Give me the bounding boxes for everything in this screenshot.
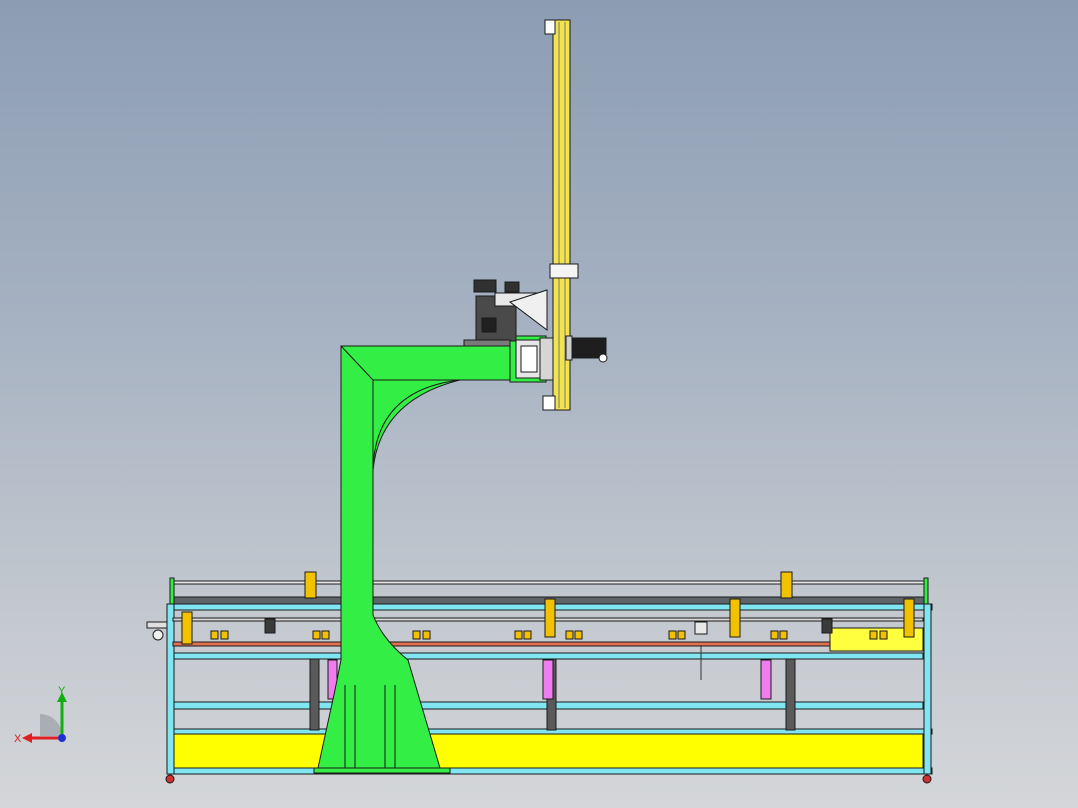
left-post <box>166 603 175 775</box>
caster-wheel <box>922 774 932 784</box>
z-axis-dot <box>58 734 66 742</box>
inner-post <box>785 658 796 731</box>
gripper-jaw <box>473 279 497 293</box>
motor-mount <box>539 337 555 381</box>
end-post <box>923 577 929 605</box>
clamp-pad <box>514 630 523 640</box>
pink-block <box>760 659 772 700</box>
x-arrow-head <box>22 733 32 743</box>
clamp-pad <box>321 630 330 640</box>
feed-rail <box>172 641 924 647</box>
caster-wheel <box>165 774 175 784</box>
column-foot <box>313 767 451 774</box>
clamp-pad <box>869 630 878 640</box>
clamp-tall <box>181 611 193 645</box>
gripper-jaw <box>504 281 520 293</box>
clamp-pad <box>523 630 532 640</box>
guide-rod <box>172 580 927 585</box>
clamp-pad <box>210 630 219 640</box>
clamp-pad <box>312 630 321 640</box>
clamp-pad <box>779 630 788 640</box>
cad-viewport[interactable]: X Y <box>0 0 1078 808</box>
clamp-pad <box>412 630 421 640</box>
triad-plane <box>40 714 62 736</box>
axis-bottom-cap <box>542 395 556 411</box>
gripper-jaw <box>481 317 497 333</box>
clamp-pad <box>220 630 229 640</box>
servo-connector <box>598 353 608 363</box>
right-post <box>923 603 932 775</box>
vertical-axis[interactable] <box>542 19 608 411</box>
clamp-tall <box>729 598 741 638</box>
clamp-pad <box>677 630 686 640</box>
handwheel-knob[interactable] <box>152 629 164 641</box>
clamp-pad <box>879 630 888 640</box>
servo-flange <box>565 335 573 361</box>
clamp-pad <box>770 630 779 640</box>
inner-post <box>309 658 320 731</box>
bracket <box>821 618 833 634</box>
x-axis-label: X <box>14 733 22 745</box>
upper-side-rail <box>172 652 924 660</box>
pink-block <box>542 659 554 700</box>
bracket <box>264 618 276 634</box>
coordinate-triad: X Y <box>14 686 67 745</box>
head-bolt <box>520 345 538 373</box>
clamp-tall <box>304 571 317 599</box>
axis-top-cap <box>544 19 556 35</box>
assembly-model[interactable] <box>0 0 1078 808</box>
clamp-pad <box>422 630 431 640</box>
bracket <box>694 621 708 635</box>
bottom-rail <box>166 767 933 775</box>
y-axis-label: Y <box>58 686 66 697</box>
gripper-base <box>463 339 511 347</box>
base-plate <box>172 729 924 771</box>
clamp-pad <box>574 630 583 640</box>
clamp-pad <box>565 630 574 640</box>
handwheel[interactable] <box>146 621 168 629</box>
clamp-tall <box>780 571 793 599</box>
axis-carriage <box>549 263 579 279</box>
clamp-tall <box>903 598 915 638</box>
end-post <box>169 577 175 605</box>
clamp-tall <box>544 598 556 638</box>
clamp-pad <box>668 630 677 640</box>
